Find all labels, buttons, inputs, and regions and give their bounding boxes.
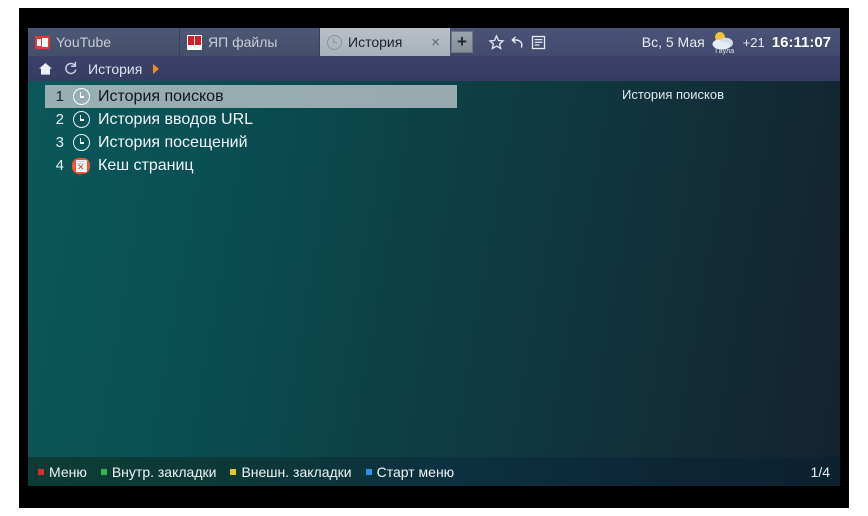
page-indicator: 1/4 bbox=[810, 463, 830, 480]
caret-right-icon bbox=[153, 63, 160, 74]
star-icon[interactable] bbox=[487, 33, 506, 52]
footer-bar: Меню Внутр. закладки Внешн. закладки Ста… bbox=[28, 457, 840, 486]
list-item[interactable]: 2 История вводов URL bbox=[45, 108, 457, 131]
reload-icon[interactable] bbox=[62, 61, 78, 77]
status-area: Вс, 5 Мая Гаула +21 16:11:07 bbox=[642, 28, 840, 56]
item-label: История поисков bbox=[98, 87, 224, 105]
clock-icon bbox=[72, 111, 90, 129]
home-icon[interactable] bbox=[37, 61, 53, 77]
hint-external-bookmarks[interactable]: Внешн. закладки bbox=[230, 463, 352, 480]
bullet-blue-icon bbox=[365, 468, 372, 475]
item-number: 3 bbox=[55, 134, 64, 151]
tab-label: История bbox=[348, 34, 403, 50]
toolbar-icons bbox=[487, 28, 548, 56]
item-label: История посещений bbox=[98, 133, 248, 151]
tab-bar: YouTube ЯП файлы История × + Вс, 5 Мая Г… bbox=[28, 28, 840, 56]
tab-yap-files[interactable]: ЯП файлы bbox=[180, 28, 320, 56]
bullet-yellow-icon bbox=[230, 468, 237, 475]
weather-city-label: Гаула bbox=[715, 48, 735, 55]
content-area: 1 История поисков 2 История вводов URL 3… bbox=[28, 81, 840, 457]
item-number: 1 bbox=[55, 88, 64, 105]
hint-start-menu[interactable]: Старт меню bbox=[365, 463, 455, 480]
yap-favicon bbox=[187, 34, 202, 50]
temperature-label: +21 bbox=[742, 34, 765, 50]
item-label: Кеш страниц bbox=[98, 156, 194, 174]
close-icon[interactable]: × bbox=[425, 35, 440, 50]
bullet-red-icon bbox=[38, 468, 44, 475]
item-number: 4 bbox=[55, 157, 64, 174]
list-menu-icon[interactable] bbox=[529, 33, 548, 52]
new-tab-button[interactable]: + bbox=[451, 31, 473, 53]
sun-behind-cloud-icon: Гаула bbox=[708, 30, 738, 55]
cache-delete-icon: ✕ bbox=[72, 157, 90, 175]
history-list: 1 История поисков 2 История вводов URL 3… bbox=[45, 85, 457, 177]
breadcrumb: История bbox=[28, 56, 840, 81]
status-date: Вс, 5 Мая bbox=[641, 34, 705, 50]
hint-label: Меню bbox=[49, 463, 87, 480]
list-item[interactable]: 1 История поисков bbox=[45, 85, 457, 108]
item-number: 2 bbox=[55, 111, 64, 128]
youtube-favicon bbox=[35, 35, 50, 49]
bullet-green-icon bbox=[100, 468, 107, 475]
hint-label: Внешн. закладки bbox=[241, 463, 352, 480]
clock-icon bbox=[72, 88, 90, 106]
breadcrumb-path[interactable]: История bbox=[88, 61, 142, 77]
list-item[interactable]: 3 История посещений bbox=[45, 131, 457, 154]
item-label: История вводов URL bbox=[98, 110, 254, 128]
tab-history[interactable]: История × bbox=[320, 28, 450, 56]
tab-label: YouTube bbox=[56, 34, 112, 50]
preview-title: История поисков bbox=[621, 87, 725, 102]
list-item[interactable]: 4 ✕ Кеш страниц bbox=[45, 154, 457, 177]
hint-list: Меню Внутр. закладки Внешн. закладки Ста… bbox=[38, 464, 454, 480]
page-background: YouTube ЯП файлы История × + Вс, 5 Мая Г… bbox=[0, 0, 868, 516]
hint-internal-bookmarks[interactable]: Внутр. закладки bbox=[100, 463, 217, 480]
hint-label: Внутр. закладки bbox=[111, 463, 217, 480]
tab-label: ЯП файлы bbox=[208, 34, 278, 50]
clock-favicon bbox=[327, 34, 342, 50]
clock-time: 16:11:07 bbox=[771, 33, 831, 51]
clock-icon bbox=[72, 134, 90, 152]
hint-menu[interactable]: Меню bbox=[38, 464, 87, 480]
tab-youtube[interactable]: YouTube bbox=[28, 28, 180, 56]
browser-screen: YouTube ЯП файлы История × + Вс, 5 Мая Г… bbox=[28, 28, 840, 486]
hint-label: Старт меню bbox=[376, 463, 455, 480]
undo-arrow-icon[interactable] bbox=[508, 33, 527, 52]
